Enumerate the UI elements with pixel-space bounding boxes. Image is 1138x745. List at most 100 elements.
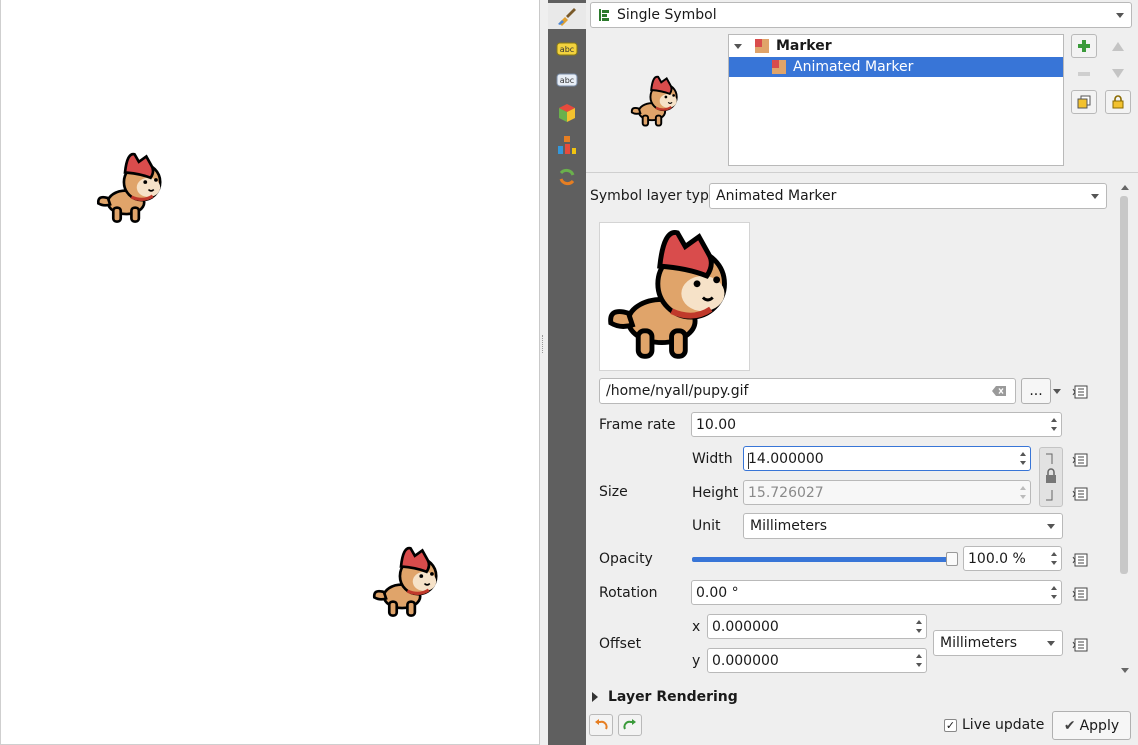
labels-tab[interactable]: abc	[553, 36, 581, 62]
data-defined-icon	[1072, 638, 1088, 652]
data-defined-override-opacity[interactable]	[1072, 549, 1092, 571]
opacity-spinbox[interactable]: 100.0 %	[963, 546, 1062, 571]
history-tab[interactable]	[553, 164, 581, 190]
data-defined-icon	[1072, 385, 1088, 399]
add-layer-button[interactable]	[1071, 34, 1097, 58]
spin-up-icon[interactable]	[1051, 586, 1057, 590]
move-up-button[interactable]	[1105, 34, 1131, 58]
chevron-down-icon	[1091, 194, 1099, 199]
data-defined-override-width[interactable]	[1072, 449, 1092, 471]
spin-down-icon[interactable]	[916, 663, 922, 667]
spin-up-icon[interactable]	[1020, 452, 1026, 456]
scrollbar-thumb[interactable]	[1120, 196, 1128, 574]
size-label: Size	[599, 484, 628, 500]
width-value: 14.000000	[748, 450, 824, 467]
offset-x-spinbox[interactable]: 0.000000	[707, 614, 927, 639]
duplicate-layer-button[interactable]	[1071, 90, 1097, 114]
chevron-down-icon	[1047, 641, 1055, 646]
lock-icon	[1112, 95, 1124, 109]
apply-button[interactable]: ✔ Apply	[1052, 711, 1131, 740]
width-label: Width	[692, 451, 733, 467]
symbol-layer-type-combo[interactable]: Animated Marker	[709, 183, 1107, 209]
data-defined-icon	[1072, 487, 1088, 501]
spin-down-icon[interactable]	[1051, 561, 1057, 565]
height-label: Height	[692, 485, 739, 501]
masks-tab[interactable]: abc	[553, 67, 581, 93]
label-abc-white-icon: abc	[556, 73, 578, 87]
spin-down-icon[interactable]	[1051, 427, 1057, 431]
animation-preview	[599, 222, 750, 371]
opacity-slider-track[interactable]	[692, 557, 954, 562]
browse-button[interactable]: ...	[1021, 378, 1051, 404]
map-canvas[interactable]	[0, 0, 540, 745]
scroll-down-icon[interactable]	[1121, 668, 1129, 673]
layer-rendering-label: Layer Rendering	[608, 689, 738, 705]
diagram-icon	[558, 136, 576, 154]
arrow-up-icon	[1112, 42, 1124, 51]
redo-button[interactable]	[618, 714, 642, 736]
spin-up-icon[interactable]	[1051, 552, 1057, 556]
opacity-slider-handle[interactable]	[946, 552, 958, 566]
spin-up-icon[interactable]	[1051, 418, 1057, 422]
tree-item-marker[interactable]: Marker	[729, 36, 1063, 56]
spin-up-icon[interactable]	[916, 620, 922, 624]
file-path-input[interactable]: /home/nyall/pupy.gif	[599, 378, 1016, 404]
data-defined-override-height[interactable]	[1072, 483, 1092, 505]
spin-down-icon[interactable]	[1020, 461, 1026, 465]
offset-y-label: y	[692, 653, 701, 669]
spin-up-icon[interactable]	[916, 654, 922, 658]
diagrams-tab[interactable]	[553, 132, 581, 158]
unit-label: Unit	[692, 518, 721, 534]
remove-layer-button[interactable]	[1071, 62, 1097, 86]
data-defined-icon	[1072, 453, 1088, 467]
data-defined-override-offset[interactable]	[1072, 634, 1092, 656]
unit-combo[interactable]: Millimeters	[743, 513, 1063, 539]
opacity-slider-fill	[692, 557, 954, 562]
symbol-layer-tree[interactable]: Marker Animated Marker	[728, 34, 1064, 166]
dog-marker-icon	[96, 152, 162, 223]
chevron-down-icon	[1116, 13, 1124, 18]
expand-arrow-icon	[592, 692, 598, 702]
offset-unit-combo[interactable]: Millimeters	[933, 630, 1063, 656]
move-down-button[interactable]	[1105, 62, 1131, 86]
offset-y-value: 0.000000	[712, 652, 779, 669]
offset-x-value: 0.000000	[712, 618, 779, 635]
rotation-spinbox[interactable]: 0.00 °	[691, 580, 1062, 605]
symbology-tab[interactable]	[548, 3, 586, 29]
spin-up-icon	[1020, 486, 1026, 490]
divider	[586, 172, 1138, 173]
text-cursor	[748, 453, 749, 469]
live-update-checkbox[interactable]: ✓	[944, 719, 957, 732]
file-path-value: /home/nyall/pupy.gif	[606, 383, 749, 399]
data-defined-override-rotation[interactable]	[1072, 583, 1092, 605]
data-defined-icon	[1072, 587, 1088, 601]
3d-view-tab[interactable]	[553, 100, 581, 126]
width-spinbox[interactable]: 14.000000	[743, 446, 1031, 471]
spin-down-icon	[1020, 495, 1026, 499]
lock-layer-button[interactable]	[1105, 90, 1131, 114]
symbol-layer-type-value: Animated Marker	[716, 188, 837, 204]
splitter[interactable]	[540, 0, 548, 745]
lock-aspect-ratio-button[interactable]	[1039, 447, 1063, 507]
layer-rendering-group[interactable]: Layer Rendering	[592, 689, 738, 705]
panel-scrollbar[interactable]	[1118, 182, 1132, 676]
lock-icon	[1046, 453, 1056, 501]
offset-y-spinbox[interactable]: 0.000000	[707, 648, 927, 673]
spin-down-icon[interactable]	[1051, 595, 1057, 599]
data-defined-override-file[interactable]	[1072, 381, 1092, 403]
opacity-label: Opacity	[599, 551, 653, 567]
height-spinbox[interactable]: 15.726027	[743, 480, 1031, 505]
browse-menu-button[interactable]	[1049, 380, 1065, 402]
frame-rate-spinbox[interactable]: 10.00	[691, 412, 1062, 437]
undo-button[interactable]	[589, 714, 613, 736]
renderer-combo[interactable]: Single Symbol	[590, 2, 1132, 28]
checkmark-icon: ✓	[945, 719, 956, 732]
spin-down-icon[interactable]	[916, 629, 922, 633]
scroll-up-icon[interactable]	[1121, 185, 1129, 190]
clear-icon[interactable]	[991, 385, 1007, 397]
tree-item-animated-marker[interactable]: Animated Marker	[729, 57, 1063, 77]
live-update-label: Live update	[962, 717, 1045, 733]
svg-text:abc: abc	[560, 76, 574, 85]
symbol-preview	[630, 75, 678, 127]
single-symbol-icon	[599, 9, 609, 21]
